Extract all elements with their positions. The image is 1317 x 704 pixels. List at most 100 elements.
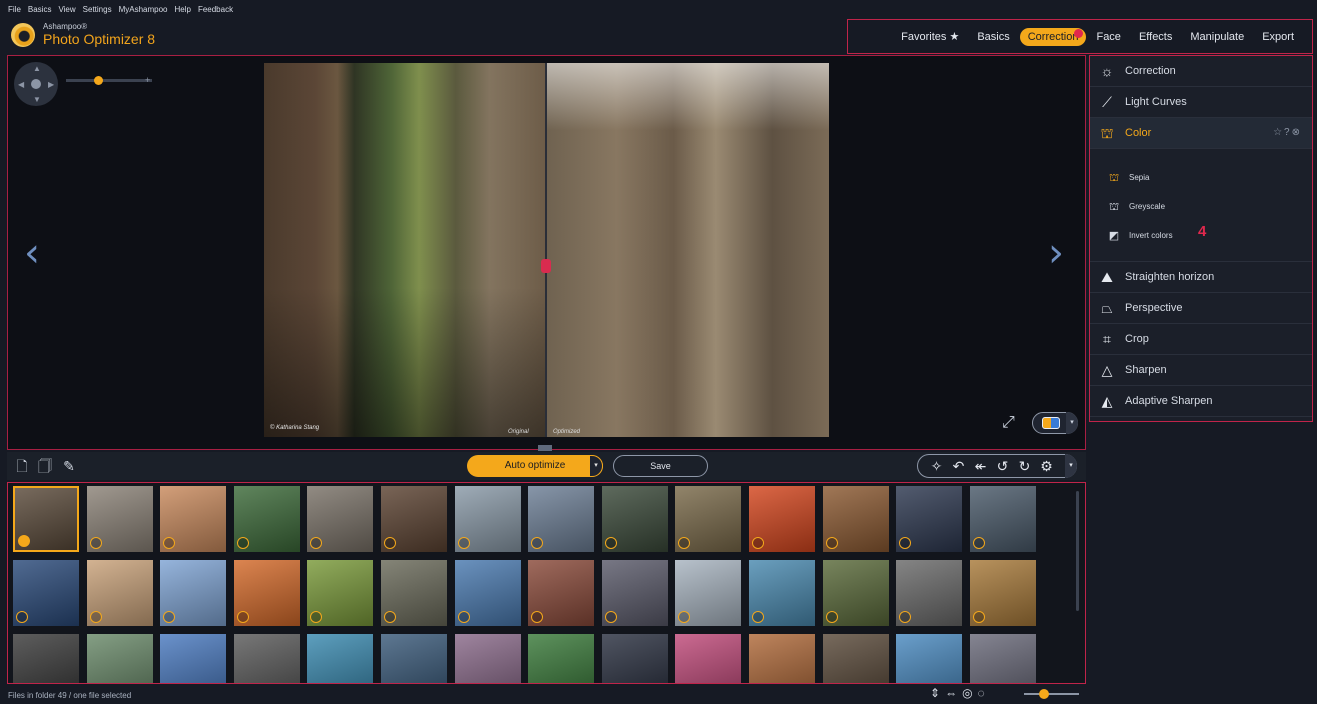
thumbnail[interactable] xyxy=(307,634,374,683)
tab-export[interactable]: Export xyxy=(1254,28,1302,46)
pan-right-icon[interactable]: ▶ xyxy=(48,80,54,89)
thumbnail[interactable] xyxy=(749,634,815,683)
thumbnail[interactable] xyxy=(528,560,595,626)
select-checkbox[interactable] xyxy=(236,611,249,623)
zoom-slider[interactable] xyxy=(66,76,152,85)
thumbnail[interactable] xyxy=(528,486,595,552)
select-checkbox[interactable] xyxy=(18,535,30,547)
select-checkbox[interactable] xyxy=(16,611,28,623)
thumbnail[interactable] xyxy=(160,560,227,626)
thumbnail[interactable] xyxy=(233,634,300,683)
select-checkbox[interactable] xyxy=(678,537,691,549)
thumbnail[interactable] xyxy=(675,560,742,626)
panel-item-light-curves[interactable]: ⟋ Light Curves xyxy=(1090,87,1312,118)
thumbnail[interactable] xyxy=(822,634,889,683)
select-checkbox[interactable] xyxy=(89,537,102,549)
thumbnail[interactable] xyxy=(307,486,374,552)
fullscreen-icon[interactable]: ⤢ xyxy=(1002,414,1022,434)
deselect-icon[interactable]: ◌ xyxy=(978,686,985,700)
select-checkbox[interactable] xyxy=(457,611,470,623)
sort-vertical-icon[interactable]: ⇕ xyxy=(930,686,940,700)
thumbnail[interactable] xyxy=(233,560,300,626)
select-checkbox[interactable] xyxy=(384,611,396,623)
select-checkbox[interactable] xyxy=(604,611,617,623)
zoom-in-icon[interactable]: + xyxy=(145,75,150,85)
thumbnail[interactable] xyxy=(969,486,1036,552)
thumbnail[interactable] xyxy=(86,634,153,683)
select-checkbox[interactable] xyxy=(825,611,838,623)
panel-item-correction[interactable]: ☼ Correction xyxy=(1090,56,1312,87)
thumbnail[interactable] xyxy=(454,634,521,683)
filmstrip-scrollbar[interactable] xyxy=(1076,491,1079,611)
select-checkbox[interactable] xyxy=(89,611,102,623)
thumbnail[interactable] xyxy=(86,560,153,626)
thumbnail[interactable] xyxy=(381,486,447,552)
thumbnail[interactable] xyxy=(454,560,521,626)
tab-face[interactable]: Face xyxy=(1088,28,1128,46)
select-checkbox[interactable] xyxy=(825,537,838,549)
select-checkbox[interactable] xyxy=(236,537,249,549)
next-image-icon[interactable]: › xyxy=(1048,230,1064,276)
rotate-left-icon[interactable]: ↺ xyxy=(994,458,1011,475)
compare-mode-toggle[interactable]: ▾ xyxy=(1032,412,1078,434)
pan-center-icon[interactable] xyxy=(31,79,41,89)
select-all-icon[interactable]: ◎ xyxy=(962,686,972,700)
thumbnail[interactable] xyxy=(381,560,447,626)
thumbnail[interactable] xyxy=(86,486,153,552)
thumbnail[interactable] xyxy=(822,560,889,626)
menu-file[interactable]: File xyxy=(8,5,21,14)
chevron-down-icon[interactable]: ▾ xyxy=(1066,412,1078,434)
select-checkbox[interactable] xyxy=(752,611,764,623)
thumbnail[interactable] xyxy=(160,486,227,552)
tab-manipulate[interactable]: Manipulate xyxy=(1182,28,1252,46)
select-checkbox[interactable] xyxy=(972,537,985,549)
save-button[interactable]: Save xyxy=(613,455,708,477)
select-checkbox[interactable] xyxy=(678,611,691,623)
close-icon[interactable]: ⊗ xyxy=(1292,127,1302,138)
thumbnail[interactable] xyxy=(969,634,1036,683)
thumbnail[interactable] xyxy=(13,560,79,626)
help-icon[interactable]: ? xyxy=(1284,127,1292,138)
magic-wand-icon[interactable]: ✧ xyxy=(928,458,945,475)
panel-item-perspective[interactable]: ⏢ Perspective xyxy=(1090,293,1312,324)
thumbnail[interactable] xyxy=(675,486,742,552)
panel-item-crop[interactable]: ⌗ Crop xyxy=(1090,324,1312,355)
thumbnail[interactable] xyxy=(381,634,447,683)
menu-basics[interactable]: Basics xyxy=(28,5,52,14)
undo-all-icon[interactable]: ↞ xyxy=(972,458,989,475)
thumbnail[interactable] xyxy=(896,560,963,626)
select-checkbox[interactable] xyxy=(531,537,544,549)
add-folder-icon[interactable]: 🗍 xyxy=(36,457,54,475)
select-checkbox[interactable] xyxy=(752,537,764,549)
split-handle[interactable] xyxy=(541,259,551,273)
thumbnail[interactable] xyxy=(749,560,815,626)
menu-myashampoo[interactable]: MyAshampoo xyxy=(119,5,168,14)
thumbnail[interactable] xyxy=(528,634,595,683)
compare-split-line[interactable] xyxy=(545,63,547,437)
thumbnail[interactable] xyxy=(675,634,742,683)
chevron-down-icon[interactable]: ▾ xyxy=(1065,454,1077,478)
select-checkbox[interactable] xyxy=(899,611,912,623)
menu-view[interactable]: View xyxy=(58,5,75,14)
thumbnail[interactable] xyxy=(601,634,668,683)
select-checkbox[interactable] xyxy=(531,611,544,623)
panel-item-adaptive-sharpen[interactable]: ◭ Adaptive Sharpen xyxy=(1090,386,1312,417)
panel-item-color[interactable]: ⛫ Color ☆?⊗ xyxy=(1090,118,1312,149)
pan-navigator[interactable]: ▲ ▼ ◀ ▶ xyxy=(14,62,58,106)
panel-item-straighten[interactable]: ⛰ Straighten horizon xyxy=(1090,262,1312,293)
thumbnail-size-slider[interactable] xyxy=(1024,689,1079,699)
menu-feedback[interactable]: Feedback xyxy=(198,5,233,14)
sort-horizontal-icon[interactable]: ⇔ xyxy=(945,686,957,700)
chevron-down-icon[interactable]: ▾ xyxy=(589,455,603,477)
thumbnail[interactable] xyxy=(896,486,963,552)
color-option-sepia[interactable]: ⛫ Sepia xyxy=(1090,163,1312,192)
zoom-slider-knob[interactable] xyxy=(94,76,103,85)
rotate-right-icon[interactable]: ↻ xyxy=(1016,458,1033,475)
tab-effects[interactable]: Effects xyxy=(1131,28,1180,46)
tab-basics[interactable]: Basics xyxy=(969,28,1017,46)
thumbnail-size-knob[interactable] xyxy=(1039,689,1049,699)
thumbnail[interactable] xyxy=(13,486,79,552)
select-checkbox[interactable] xyxy=(310,537,323,549)
photo-compare-view[interactable]: © Katharina Stang Original Optimized xyxy=(264,63,829,437)
tab-correction[interactable]: Correction xyxy=(1019,27,1087,46)
